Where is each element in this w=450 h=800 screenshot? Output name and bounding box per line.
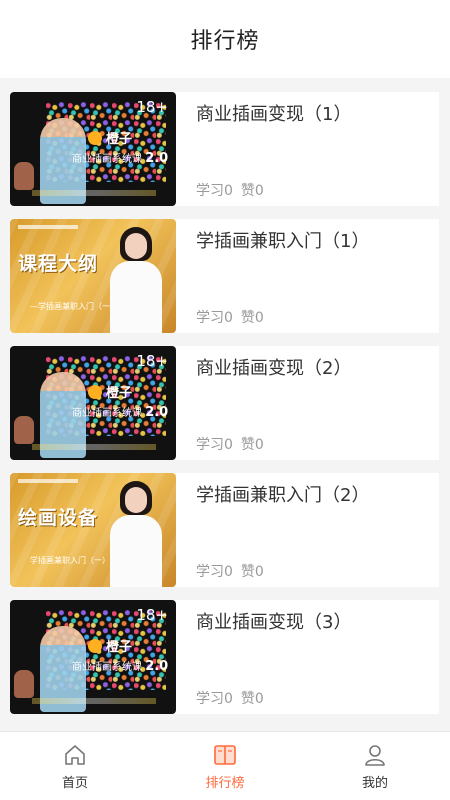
age-badge: 18+ [136, 98, 168, 116]
study-count: 学习0 [196, 310, 233, 326]
presenter-photo [106, 481, 166, 587]
course-version: 2.0 [145, 659, 169, 674]
like-count: 赞0 [240, 691, 264, 707]
orange-logo-icon [88, 130, 102, 145]
chibi-character [14, 416, 34, 444]
item-info: 学插画兼职入门（1） 学习0 赞0 [176, 219, 439, 333]
item-title[interactable]: 商业插画变现（3） [196, 608, 439, 634]
book-icon [214, 744, 236, 765]
brand-row: 橙子 [88, 382, 132, 401]
thumbnail-footer [32, 444, 156, 450]
thumbnail-subheading: 学插画兼职入门（一） [30, 556, 110, 565]
like-count: 赞0 [240, 564, 264, 580]
tab-label-mine: 我的 [361, 775, 388, 791]
study-count: 学习0 [196, 437, 233, 453]
chibi-character [14, 162, 34, 190]
list-item[interactable]: 绘画设备 学插画兼职入门（一） 学插画兼职入门（2） 学习0 赞0 [10, 473, 439, 587]
item-stats: 学习0 赞0 [196, 180, 264, 200]
top-header: 排行榜 [0, 0, 450, 78]
brand-name: 橙子 [106, 386, 133, 401]
item-stats: 学习0 赞0 [196, 688, 264, 708]
study-count: 学习0 [196, 691, 233, 707]
presenter-photo [106, 227, 166, 333]
list-item[interactable]: 18+ 橙子 商业插画系统课 2.0 商业插画变现（1） 学习0 赞0 [10, 92, 439, 206]
item-title[interactable]: 学插画兼职入门（2） [196, 481, 439, 507]
thumbnail-footer [32, 698, 156, 704]
study-count: 学习0 [196, 564, 233, 580]
like-count: 赞0 [240, 437, 264, 453]
brand-row: 橙子 [88, 636, 132, 655]
course-prefix: 商业插画系统课 [72, 662, 142, 673]
course-version: 2.0 [145, 151, 169, 166]
brand-name: 橙子 [106, 132, 133, 147]
like-count: 赞0 [240, 310, 264, 326]
thumbnail-subheading: —学插画兼职入门（一） [30, 302, 118, 311]
tab-label-ranking: 排行榜 [205, 775, 245, 791]
orange-logo-icon [88, 638, 102, 653]
item-title[interactable]: 商业插画变现（1） [196, 100, 439, 126]
item-stats: 学习0 赞0 [196, 307, 264, 327]
item-stats: 学习0 赞0 [196, 434, 264, 454]
tab-mine[interactable]: 我的 [300, 732, 450, 800]
presenter-face [125, 487, 147, 513]
chibi-character [14, 670, 34, 698]
course-thumbnail[interactable]: 18+ 橙子 商业插画系统课 2.0 [10, 346, 176, 460]
list-item[interactable]: 18+ 橙子 商业插画系统课 2.0 商业插画变现（2） 学习0 赞0 [10, 346, 439, 460]
presenter-face [125, 233, 147, 259]
item-stats: 学习0 赞0 [196, 561, 264, 581]
item-title[interactable]: 学插画兼职入门（1） [196, 227, 439, 253]
thumbnail-caption-bar [18, 225, 78, 229]
course-thumbnail[interactable]: 18+ 橙子 商业插画系统课 2.0 [10, 92, 176, 206]
tab-label-home: 首页 [61, 775, 88, 791]
brand-row: 橙子 [88, 128, 132, 147]
item-info: 商业插画变现（3） 学习0 赞0 [176, 600, 439, 714]
ranking-list: 18+ 橙子 商业插画系统课 2.0 商业插画变现（1） 学习0 赞0 课程大纲 … [0, 78, 450, 714]
tab-ranking[interactable]: 排行榜 [150, 732, 300, 800]
course-thumbnail[interactable]: 18+ 橙子 商业插画系统课 2.0 [10, 600, 176, 714]
course-thumbnail[interactable]: 课程大纲 —学插画兼职入门（一） [10, 219, 176, 333]
brand-name: 橙子 [106, 640, 133, 655]
course-version: 2.0 [145, 405, 169, 420]
item-info: 商业插画变现（1） 学习0 赞0 [176, 92, 439, 206]
item-info: 商业插画变现（2） 学习0 赞0 [176, 346, 439, 460]
thumbnail-heading: 绘画设备 [18, 507, 99, 529]
course-thumbnail[interactable]: 绘画设备 学插画兼职入门（一） [10, 473, 176, 587]
presenter-body [110, 261, 162, 333]
orange-logo-icon [88, 384, 102, 399]
course-prefix: 商业插画系统课 [72, 154, 142, 165]
item-title[interactable]: 商业插画变现（2） [196, 354, 439, 380]
like-count: 赞0 [240, 183, 264, 199]
age-badge: 18+ [136, 352, 168, 370]
page-title: 排行榜 [190, 29, 260, 54]
list-item[interactable]: 18+ 橙子 商业插画系统课 2.0 商业插画变现（3） 学习0 赞0 [10, 600, 439, 714]
thumbnail-heading: 课程大纲 [18, 253, 99, 275]
user-icon [365, 744, 385, 766]
thumbnail-footer [32, 190, 156, 196]
course-name: 商业插画系统课 2.0 [72, 658, 168, 674]
presenter-body [110, 515, 162, 587]
course-name: 商业插画系统课 2.0 [72, 150, 168, 166]
bottom-tab-bar: 首页 排行榜 我的 [0, 731, 450, 800]
tab-home[interactable]: 首页 [0, 732, 150, 800]
course-name: 商业插画系统课 2.0 [72, 404, 168, 420]
study-count: 学习0 [196, 183, 233, 199]
thumbnail-caption-bar [18, 479, 78, 483]
list-item[interactable]: 课程大纲 —学插画兼职入门（一） 学插画兼职入门（1） 学习0 赞0 [10, 219, 439, 333]
age-badge: 18+ [136, 606, 168, 624]
item-info: 学插画兼职入门（2） 学习0 赞0 [176, 473, 439, 587]
course-prefix: 商业插画系统课 [72, 408, 142, 419]
home-icon [65, 744, 85, 765]
